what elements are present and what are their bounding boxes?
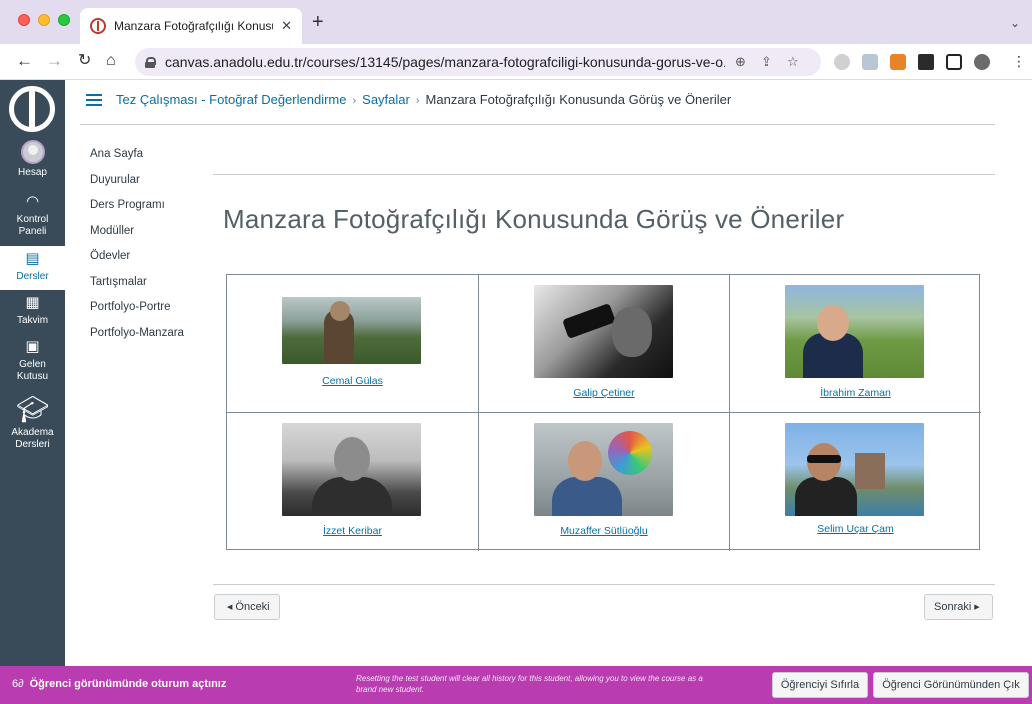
next-button[interactable]: Sonraki ▶ xyxy=(924,594,993,620)
photographer-link[interactable]: Cemal Gülas xyxy=(227,375,478,387)
photographer-link[interactable]: Selim Uçar Çam xyxy=(730,523,981,535)
forward-arrow-icon[interactable]: → xyxy=(46,51,63,71)
photographer-link[interactable]: İzzet Keribar xyxy=(227,525,478,537)
graduation-cap-icon: 🎓︎ xyxy=(15,394,49,424)
calendar-icon: ▦ xyxy=(25,294,40,311)
maximize-window-button[interactable] xyxy=(58,14,70,26)
course-nav-assignments[interactable]: Ödevler xyxy=(90,249,184,275)
breadcrumb-separator: › xyxy=(352,95,357,107)
photographer-cell: Selim Uçar Çam xyxy=(730,413,981,551)
content-divider xyxy=(213,174,995,175)
home-icon[interactable]: ⌂ xyxy=(106,51,116,71)
new-tab-button[interactable]: + xyxy=(312,12,324,32)
breadcrumb-course-link[interactable]: Tez Çalışması - Fotoğraf Değerlendirme xyxy=(116,92,346,107)
photographer-photo[interactable] xyxy=(534,423,673,516)
breadcrumb-pages-link[interactable]: Sayfalar xyxy=(362,92,410,107)
photographer-photo[interactable] xyxy=(785,423,924,516)
course-nav-home[interactable]: Ana Sayfa xyxy=(90,147,184,173)
extension-cloud-icon[interactable] xyxy=(834,54,850,70)
course-nav-modules[interactable]: Modüller xyxy=(90,224,184,250)
close-window-button[interactable] xyxy=(18,14,30,26)
courses-book-icon: ▤ xyxy=(25,250,40,267)
header-divider xyxy=(80,124,995,125)
reset-student-button[interactable]: Öğrenciyi Sıfırla xyxy=(772,672,868,698)
global-nav-calendar[interactable]: ▦ Takvim xyxy=(0,294,65,327)
photographer-photo[interactable] xyxy=(534,285,673,378)
photographer-link[interactable]: İbrahim Zaman xyxy=(730,387,981,399)
institution-logo[interactable] xyxy=(9,86,55,132)
share-icon[interactable]: ⇪ xyxy=(761,54,772,70)
course-nav-portfolio-landscape[interactable]: Portfolyo-Manzara xyxy=(90,326,184,352)
global-nav-account[interactable]: Hesap xyxy=(0,140,65,179)
course-nav-syllabus[interactable]: Ders Programı xyxy=(90,198,184,224)
photographer-link[interactable]: Muzaffer Sütlüoğlu xyxy=(479,525,729,537)
course-menu-toggle-icon[interactable] xyxy=(86,94,102,106)
global-nav-academy[interactable]: 🎓︎ Akadema Dersleri xyxy=(0,394,65,451)
photographer-photo[interactable] xyxy=(282,423,421,516)
address-bar[interactable]: canvas.anadolu.edu.tr/courses/13145/page… xyxy=(135,48,821,76)
side-panel-icon[interactable] xyxy=(946,54,962,70)
course-nav-announcements[interactable]: Duyurular xyxy=(90,173,184,199)
student-view-bar: 6∂ Öğrenci görünümünde oturum açtınız Res… xyxy=(0,666,1032,704)
student-view-label: 6∂ Öğrenci görünümünde oturum açtınız xyxy=(12,678,227,690)
photographer-cell: İbrahim Zaman xyxy=(730,275,981,413)
leave-student-view-button[interactable]: Öğrenci Görünümünden Çık xyxy=(873,672,1029,698)
photographer-cell: İzzet Keribar xyxy=(227,413,479,551)
student-view-note: Resetting the test student will clear al… xyxy=(356,674,703,694)
browser-tab-bar: Manzara Fotoğrafçılığı Konusun ✕ + ⌄ xyxy=(0,0,1032,44)
tab-search-chevron-down-icon[interactable]: ⌄ xyxy=(1010,16,1020,30)
chevron-left-icon: ◀ xyxy=(227,604,233,611)
url-text[interactable]: canvas.anadolu.edu.tr/courses/13145/page… xyxy=(165,54,725,70)
global-nav-inbox[interactable]: ▣ Gelen Kutusu xyxy=(0,338,65,383)
breadcrumb-current: Manzara Fotoğrafçılığı Konusunda Görüş v… xyxy=(425,92,732,107)
photographer-photo[interactable] xyxy=(785,285,924,378)
avatar xyxy=(20,140,45,164)
bookmark-star-icon[interactable]: ☆ xyxy=(787,54,799,70)
lock-icon[interactable] xyxy=(145,56,156,68)
tab-close-icon[interactable]: ✕ xyxy=(281,18,292,34)
course-navigation: Ana Sayfa Duyurular Ders Programı Modüll… xyxy=(90,147,184,351)
photographer-cell: Muzaffer Sütlüoğlu xyxy=(479,413,730,551)
chevron-right-icon: ▶ xyxy=(974,604,980,611)
extensions-puzzle-icon[interactable] xyxy=(918,54,934,70)
global-navigation: Hesap ◠ Kontrol Paneli ▤ Dersler ▦ Takvi… xyxy=(0,80,65,666)
minimize-window-button[interactable] xyxy=(38,14,50,26)
photographer-cell: Cemal Gülas xyxy=(227,275,479,413)
global-nav-dashboard[interactable]: ◠ Kontrol Paneli xyxy=(0,193,65,238)
canvas-favicon-icon xyxy=(90,18,106,34)
browser-tab[interactable]: Manzara Fotoğrafçılığı Konusun ✕ xyxy=(80,8,302,44)
photographer-link[interactable]: Galip Çetiner xyxy=(479,387,729,399)
metamask-fox-icon[interactable] xyxy=(890,54,906,70)
breadcrumb-separator: › xyxy=(415,95,420,107)
reload-icon[interactable]: ↻ xyxy=(78,51,91,71)
browser-toolbar: ← → ↻ ⌂ canvas.anadolu.edu.tr/courses/13… xyxy=(0,44,1032,80)
previous-button[interactable]: ◀ Önceki xyxy=(214,594,280,620)
back-arrow-icon[interactable]: ← xyxy=(16,51,33,71)
extension-app-icon[interactable] xyxy=(862,54,878,70)
global-nav-courses[interactable]: ▤ Dersler xyxy=(0,246,65,290)
browser-menu-icon[interactable]: ⋮ xyxy=(1012,51,1026,71)
photographer-photo[interactable] xyxy=(282,297,421,364)
student-view-glasses-icon: 6∂ xyxy=(12,678,24,690)
photographer-cell: Galip Çetiner xyxy=(479,275,730,413)
inbox-icon: ▣ xyxy=(25,338,40,355)
breadcrumb: Tez Çalışması - Fotoğraf Değerlendirme › S… xyxy=(116,92,731,107)
course-nav-portfolio-portrait[interactable]: Portfolyo-Portre xyxy=(90,300,184,326)
content-divider xyxy=(213,584,995,585)
dashboard-gauge-icon: ◠ xyxy=(25,193,40,210)
tab-title: Manzara Fotoğrafçılığı Konusun xyxy=(114,19,274,33)
page-title: Manzara Fotoğrafçılığı Konusunda Görüş v… xyxy=(223,204,845,234)
profile-avatar-icon[interactable] xyxy=(974,54,990,70)
photographer-grid: Cemal Gülas Galip Çetiner İbrahim Zaman … xyxy=(226,274,981,551)
course-nav-discussions[interactable]: Tartışmalar xyxy=(90,275,184,301)
zoom-icon[interactable]: ⊕ xyxy=(735,54,746,70)
